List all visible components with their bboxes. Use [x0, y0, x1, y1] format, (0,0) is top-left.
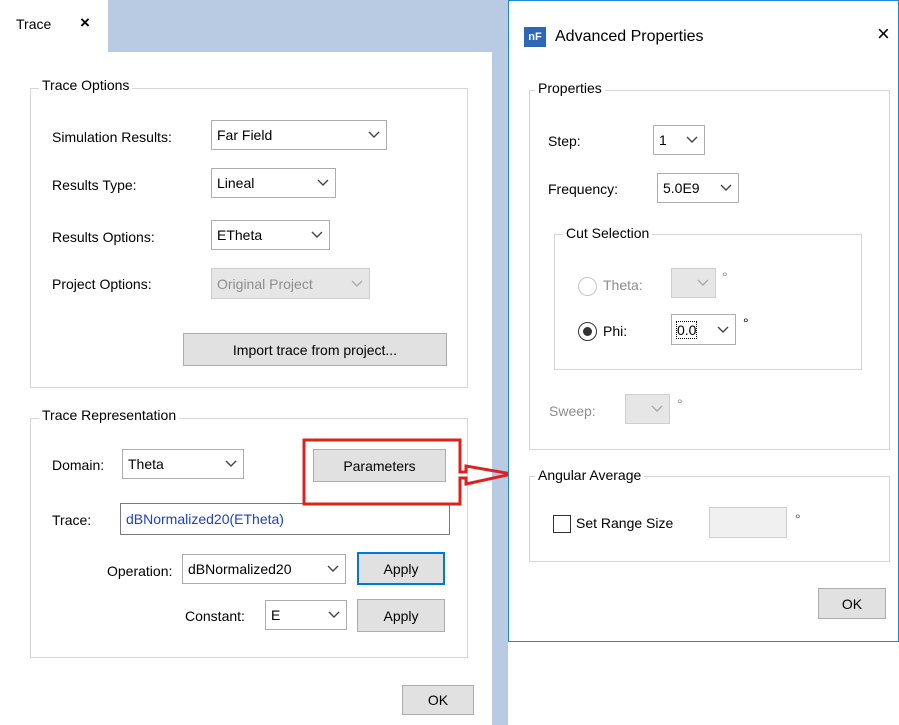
tab-trace[interactable]: Trace × — [0, 0, 108, 52]
frequency-value: 5.0E9 — [663, 180, 700, 196]
domain-dropdown[interactable]: Theta — [122, 449, 244, 479]
results-options-label: Results Options: — [52, 229, 155, 245]
chevron-down-icon — [717, 326, 729, 333]
step-label: Step: — [548, 133, 581, 149]
chevron-down-icon — [311, 231, 323, 238]
results-type-dropdown[interactable]: Lineal — [211, 168, 336, 198]
theta-radio — [578, 277, 597, 296]
simulation-results-dropdown[interactable]: Far Field — [211, 120, 387, 150]
ok-button[interactable]: OK — [402, 685, 474, 715]
chevron-down-icon — [368, 131, 380, 138]
trace-value: dBNormalized20(ETheta) — [126, 511, 284, 527]
tab-label: Trace — [16, 16, 52, 32]
chevron-down-icon — [328, 611, 340, 618]
constant-label: Constant: — [185, 608, 245, 624]
background-area — [508, 642, 899, 725]
phi-radio[interactable] — [578, 322, 597, 341]
close-icon[interactable]: × — [80, 13, 90, 33]
phi-value: 0.0 — [675, 320, 698, 339]
app-icon: nF — [524, 27, 546, 47]
constant-dropdown[interactable]: E — [265, 600, 347, 630]
annotation-arrow-icon — [302, 438, 513, 506]
constant-apply-button[interactable]: Apply — [357, 599, 445, 632]
simulation-results-label: Simulation Results: — [52, 129, 172, 145]
chevron-down-icon — [317, 179, 329, 186]
phi-dropdown[interactable]: 0.0 — [671, 314, 736, 345]
trace-options-legend: Trace Options — [39, 77, 133, 93]
import-trace-button[interactable]: Import trace from project... — [183, 333, 447, 366]
cut-selection-group — [554, 234, 862, 370]
theta-unit: ° — [722, 269, 728, 285]
simulation-results-value: Far Field — [217, 127, 273, 143]
sweep-dropdown — [625, 394, 670, 424]
properties-legend: Properties — [535, 80, 605, 96]
domain-label: Domain: — [52, 457, 105, 473]
range-unit: ° — [795, 511, 801, 527]
advanced-properties-dialog: nF Advanced Properties × Properties Step… — [508, 0, 899, 642]
project-options-value: Original Project — [217, 275, 313, 292]
angular-average-legend: Angular Average — [535, 467, 645, 483]
results-type-label: Results Type: — [52, 177, 137, 193]
dialog-ok-button[interactable]: OK — [818, 588, 886, 619]
dialog-title: Advanced Properties — [555, 28, 704, 45]
step-dropdown[interactable]: 1 — [653, 125, 705, 155]
project-options-label: Project Options: — [52, 276, 152, 292]
theta-dropdown — [671, 268, 716, 298]
chevron-down-icon — [351, 280, 363, 287]
frequency-dropdown[interactable]: 5.0E9 — [657, 173, 739, 203]
sweep-label: Sweep: — [549, 403, 596, 419]
trace-label: Trace: — [52, 512, 92, 528]
operation-dropdown[interactable]: dBNormalized20 — [182, 554, 346, 584]
range-size-input — [709, 507, 787, 538]
set-range-checkbox[interactable] — [553, 515, 571, 533]
chevron-down-icon — [720, 184, 732, 191]
results-type-value: Lineal — [217, 175, 255, 191]
phi-label: Phi: — [603, 323, 628, 339]
step-value: 1 — [659, 132, 667, 148]
operation-label: Operation: — [107, 563, 173, 579]
domain-value: Theta — [128, 456, 164, 472]
results-options-value: ETheta — [217, 227, 263, 243]
results-options-dropdown[interactable]: ETheta — [211, 220, 330, 250]
chevron-down-icon — [686, 136, 698, 143]
project-options-dropdown: Original Project — [211, 268, 370, 299]
phi-unit: ° — [743, 315, 749, 331]
chevron-down-icon — [697, 279, 709, 286]
panel-divider[interactable] — [492, 0, 508, 725]
chevron-down-icon — [651, 405, 663, 412]
theta-label: Theta: — [603, 277, 643, 293]
operation-apply-button[interactable]: Apply — [357, 552, 445, 585]
sweep-unit: ° — [677, 396, 683, 412]
chevron-down-icon — [225, 460, 237, 467]
constant-value: E — [271, 607, 281, 623]
frequency-label: Frequency: — [548, 181, 619, 197]
trace-representation-legend: Trace Representation — [39, 407, 180, 423]
cut-selection-legend: Cut Selection — [563, 225, 653, 241]
operation-value: dBNormalized20 — [188, 561, 292, 577]
set-range-label: Set Range Size — [576, 515, 674, 531]
close-icon[interactable]: × — [877, 21, 890, 47]
chevron-down-icon — [327, 565, 339, 572]
